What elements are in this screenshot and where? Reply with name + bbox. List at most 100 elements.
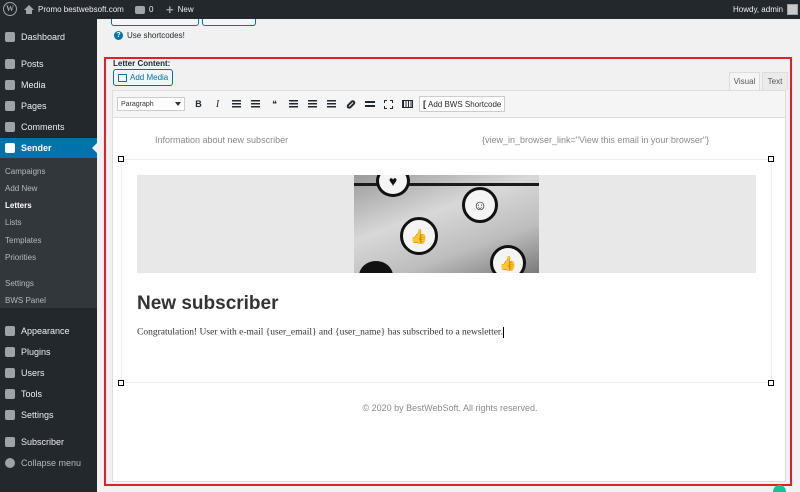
sidebar-item-pages[interactable]: Pages [0,96,97,116]
format-select[interactable]: Paragraph [117,97,185,111]
banner-image[interactable]: ♥ ☺ 👍 👍 [354,175,539,273]
add-bws-shortcode-label: Add BWS Shortcode [428,99,502,109]
align-left-icon [289,100,298,108]
numbered-list-button[interactable] [246,96,265,112]
align-right-button[interactable] [322,96,341,112]
submenu-item-priorities[interactable]: Priorities [5,253,36,262]
admin-bar: W Promo bestwebsoft.com 0 + New Howdy, a… [0,0,800,19]
help-icon: ? [114,31,123,40]
format-select-value: Paragraph [121,100,154,108]
sidebar-item-label: Sender [21,143,52,153]
submenu-divider [0,271,97,272]
insert-link-button[interactable] [341,96,360,112]
letter-banner: ♥ ☺ 👍 👍 [137,175,756,273]
align-center-button[interactable] [303,96,322,112]
subscriber-icon [5,437,15,447]
bullet-list-button[interactable] [227,96,246,112]
my-account-link[interactable]: Howdy, admin [733,0,799,19]
sidebar-item-posts[interactable]: Posts [0,54,97,74]
bullet-list-icon [232,100,241,108]
submenu-item-settings[interactable]: Settings [5,279,34,288]
letter-headline: New subscriber [137,293,279,314]
resize-handle-bottom-right[interactable] [768,380,774,386]
sidebar-item-plugins[interactable]: Plugins [0,342,97,362]
read-more-button[interactable] [360,96,379,112]
submenu-item-templates[interactable]: Templates [5,236,41,245]
add-media-label: Add Media [130,73,169,82]
heart-sticker: ♥ [376,175,410,197]
wordpress-logo-icon[interactable]: W [3,2,17,16]
cut-off-button-2[interactable] [202,19,256,26]
letter-document[interactable]: Information about new subscriber {view_i… [114,119,786,482]
sidebar-item-settings[interactable]: Settings [0,405,97,425]
sidebar-item-label: Collapse menu [21,458,82,468]
submenu-item-campaigns[interactable]: Campaigns [5,167,45,176]
align-right-icon [327,100,336,108]
tab-visual[interactable]: Visual [729,72,760,90]
cut-off-button-1[interactable] [111,19,199,26]
resize-handle-bottom-left[interactable] [118,380,124,386]
resize-handle-top-right[interactable] [768,156,774,162]
grammarly-icon[interactable] [773,485,786,492]
sidebar-item-dashboard[interactable]: Dashboard [0,27,97,47]
collapse-icon [5,458,15,468]
send-icon [5,143,15,153]
letter-footer: © 2020 by BestWebSoft. All rights reserv… [362,403,538,413]
letter-editor: Paragraph B I ❝ [ Add BWS Shortcode Info… [112,90,786,482]
shortcode-bracket-icon: [ [423,99,426,109]
sidebar-item-label: Pages [21,101,47,111]
add-media-button[interactable]: Add Media [113,69,174,86]
heart-icon: ♥ [388,175,398,189]
submenu-item-letters[interactable]: Letters [5,201,32,210]
submenu-item-add-new[interactable]: Add New [5,184,37,193]
italic-button[interactable]: I [208,96,227,112]
sidebar-item-label: Users [21,368,45,378]
sidebar-item-label: Settings [21,410,54,420]
letter-body-text: Congratulation! User with e-mail {user_e… [137,327,504,338]
thumbs-up-icon: 👍 [410,227,428,244]
letter-content-label: Letter Content: [113,59,171,68]
tab-text[interactable]: Text [762,72,788,90]
users-icon [5,368,15,378]
align-center-icon [308,100,317,108]
sidebar-item-users[interactable]: Users [0,363,97,383]
sidebar-item-appearance[interactable]: Appearance [0,321,97,341]
collapse-menu-button[interactable]: Collapse menu [0,453,97,473]
pages-icon [5,101,15,111]
thumbs-up-icon: 👍 [499,254,517,271]
pin-icon [5,59,15,69]
blockquote-button[interactable]: ❝ [265,96,284,112]
editor-toolbar: Paragraph B I ❝ [ Add BWS Shortcode [113,91,785,118]
sidebar-item-media[interactable]: Media [0,75,97,95]
fullscreen-button[interactable] [379,96,398,112]
sidebar-item-label: Plugins [21,347,51,357]
toolbar-toggle-button[interactable] [398,96,417,112]
resize-handle-top-left[interactable] [118,156,124,162]
media-icon [5,80,15,90]
sidebar-item-label: Dashboard [21,32,66,42]
image-shadow [359,261,393,273]
comment-bubble-icon [135,5,145,14]
wrench-icon [5,389,15,399]
howdy-label: Howdy, admin [733,5,784,14]
thumbs-up-sticker: 👍 [400,217,438,255]
new-content-link[interactable]: + New [166,0,194,19]
dashboard-icon [5,32,15,42]
sidebar-item-tools[interactable]: Tools [0,384,97,404]
submenu-item-lists[interactable]: Lists [5,218,21,227]
site-name-link[interactable]: Promo bestwebsoft.com [24,0,124,19]
sidebar-item-comments[interactable]: Comments [0,117,97,137]
sidebar-item-label: Subscriber [21,437,65,447]
sidebar-item-sender[interactable]: Sender [0,138,97,158]
numbered-list-icon [251,100,260,108]
add-bws-shortcode-button[interactable]: [ Add BWS Shortcode [419,96,506,112]
text-cursor [502,327,504,338]
shortcode-note: ? Use shortcodes! [114,31,185,40]
sidebar-item-label: Tools [21,389,43,399]
bold-button[interactable]: B [189,96,208,112]
submenu-item-bws-panel[interactable]: BWS Panel [5,296,46,305]
sidebar-item-subscriber[interactable]: Subscriber [0,432,97,452]
keyboard-icon [402,100,413,108]
align-left-button[interactable] [284,96,303,112]
comments-link[interactable]: 0 [135,0,153,19]
